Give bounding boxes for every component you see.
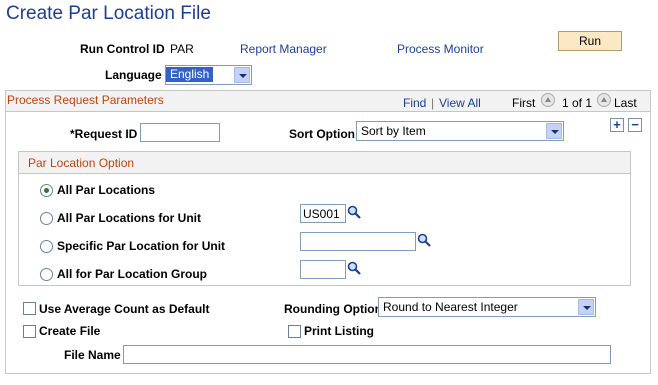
language-select-value: English xyxy=(166,67,214,82)
create-file-checkbox[interactable] xyxy=(23,325,36,338)
pager-text: 1 of 1 xyxy=(562,96,593,110)
option-all-par-locations-label: All Par Locations xyxy=(57,183,156,197)
print-listing-checkbox[interactable] xyxy=(288,325,301,338)
request-id-field[interactable] xyxy=(140,123,220,142)
next-icon[interactable] xyxy=(597,93,611,107)
sort-option-label: Sort Option xyxy=(289,127,355,141)
find-link[interactable]: Find xyxy=(403,96,426,110)
dropdown-arrow-icon[interactable] xyxy=(234,67,250,83)
process-monitor-link[interactable]: Process Monitor xyxy=(397,42,484,56)
radio-specific-par-location-for-unit[interactable] xyxy=(40,240,53,253)
sort-option-select[interactable]: Sort by Item xyxy=(356,121,564,141)
previous-icon[interactable] xyxy=(541,93,555,107)
radio-all-for-par-location-group[interactable] xyxy=(40,268,53,281)
run-control-label: Run Control ID xyxy=(80,42,165,56)
view-all-link[interactable]: View All xyxy=(439,96,481,110)
lookup-icon[interactable] xyxy=(347,205,361,219)
business-unit-value: US001 xyxy=(303,207,340,221)
option-all-for-par-location-group-label: All for Par Location Group xyxy=(57,267,208,281)
first-label: First xyxy=(512,96,536,110)
radio-all-par-locations[interactable] xyxy=(40,184,53,197)
option-specific-par-location-label: Specific Par Location for Unit xyxy=(57,239,226,253)
run-button[interactable]: Run xyxy=(558,31,622,51)
page-title: Create Par Location File xyxy=(6,3,211,24)
last-label: Last xyxy=(614,96,637,110)
add-row-icon[interactable]: + xyxy=(610,118,624,132)
language-label: Language xyxy=(105,68,162,82)
dropdown-arrow-icon[interactable] xyxy=(578,299,594,315)
rounding-option-value: Round to Nearest Integer xyxy=(383,300,518,314)
use-average-count-label: Use Average Count as Default xyxy=(39,302,210,316)
print-listing-label: Print Listing xyxy=(304,324,374,338)
report-manager-link[interactable]: Report Manager xyxy=(240,42,327,56)
run-control-value: PAR xyxy=(170,42,194,56)
sort-option-value: Sort by Item xyxy=(361,124,426,138)
use-average-count-checkbox[interactable] xyxy=(23,302,36,315)
nav-separator: | xyxy=(431,96,435,110)
file-name-field[interactable] xyxy=(123,345,611,364)
radio-all-par-locations-for-unit[interactable] xyxy=(40,212,53,225)
rounding-option-label: Rounding Option xyxy=(284,302,382,316)
rounding-option-select[interactable]: Round to Nearest Integer xyxy=(378,297,596,317)
par-location-option-title: Par Location Option xyxy=(28,156,135,170)
language-select[interactable]: English xyxy=(165,65,252,85)
delete-row-icon[interactable]: − xyxy=(628,118,642,132)
business-unit-field[interactable]: US001 xyxy=(300,204,346,223)
lookup-icon[interactable] xyxy=(417,233,431,247)
request-id-label: *Request ID xyxy=(70,127,138,141)
process-request-parameters-title: Process Request Parameters xyxy=(7,93,164,107)
lookup-icon[interactable] xyxy=(347,261,361,275)
create-file-label: Create File xyxy=(39,324,101,338)
file-name-label: File Name xyxy=(64,348,121,362)
par-location-group-field[interactable] xyxy=(300,260,346,279)
dropdown-arrow-icon[interactable] xyxy=(546,123,562,139)
option-all-par-locations-for-unit-label: All Par Locations for Unit xyxy=(57,211,202,225)
par-location-field[interactable] xyxy=(300,232,416,251)
